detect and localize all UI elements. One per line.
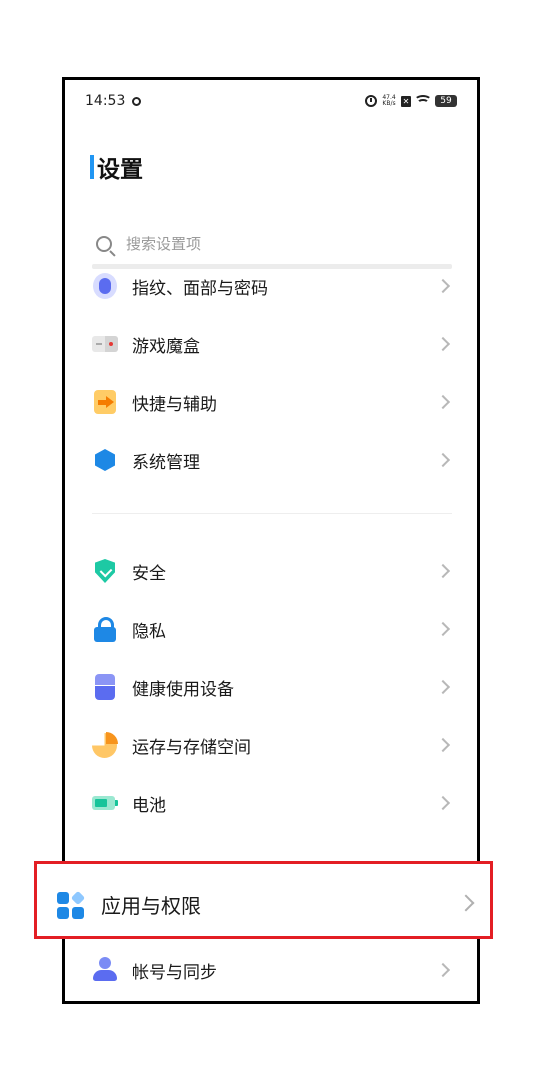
status-bar: 14:53 47.4 KB/s ✕ 59 [65, 80, 477, 124]
group-divider [92, 513, 452, 514]
setting-item-label: 健康使用设备 [132, 679, 234, 700]
setting-item-label: 快捷与辅助 [132, 394, 217, 415]
battery-level: 59 [435, 95, 457, 107]
chevron-right-icon [435, 563, 451, 579]
setting-item-shortcut-assist[interactable]: 快捷与辅助 [92, 378, 452, 426]
search-input[interactable] [126, 230, 426, 258]
setting-item-label: 电池 [132, 795, 166, 816]
network-speed: 47.4 KB/s [381, 95, 397, 107]
setting-item-label: 运存与存储空间 [132, 737, 251, 758]
setting-item-label: 隐私 [132, 621, 166, 642]
setting-item-privacy[interactable]: 隐私 [92, 605, 452, 653]
setting-item-healthy-usage[interactable]: 健康使用设备 [92, 663, 452, 711]
privacy-lock-icon [92, 616, 118, 642]
setting-item-label: 指纹、面部与密码 [132, 278, 268, 299]
title-accent-bar [90, 155, 94, 179]
chevron-right-icon [435, 394, 451, 410]
game-box-icon [92, 331, 118, 357]
chevron-right-icon [435, 737, 451, 753]
healthy-usage-icon [92, 674, 118, 700]
setting-item-label: 帐号与同步 [132, 962, 217, 983]
search-bar[interactable] [92, 228, 452, 269]
notification-dot-icon [132, 97, 141, 106]
chevron-right-icon [435, 621, 451, 637]
chevron-right-icon [435, 336, 451, 352]
chevron-right-icon [435, 278, 451, 294]
network-speed-unit: KB/s [382, 100, 396, 107]
setting-item-security[interactable]: 安全 [92, 547, 452, 595]
page-title: 设置 [97, 157, 143, 183]
setting-item-game-box[interactable]: 游戏魔盒 [92, 320, 452, 368]
storage-pie-icon [92, 732, 118, 758]
status-icons: 47.4 KB/s ✕ 59 [365, 92, 457, 110]
setting-item-label: 游戏魔盒 [132, 336, 200, 357]
setting-item-account-sync[interactable]: 帐号与同步 [92, 946, 452, 994]
setting-item-battery[interactable]: 电池 [92, 779, 452, 827]
security-shield-icon [92, 558, 118, 584]
search-icon [96, 236, 112, 252]
apps-permissions-icon [57, 890, 86, 920]
chevron-right-icon [435, 679, 451, 695]
setting-item-system-management[interactable]: 系统管理 [92, 436, 452, 484]
no-sim-icon: ✕ [401, 95, 411, 107]
setting-item-label: 应用与权限 [101, 894, 201, 918]
shortcut-icon [92, 389, 118, 415]
wifi-icon [414, 95, 432, 107]
setting-item-apps-permissions[interactable]: 应用与权限 [34, 861, 493, 939]
chevron-right-icon [435, 452, 451, 468]
chevron-right-icon [435, 795, 451, 811]
setting-item-fingerprint-face-password[interactable]: 指纹、面部与密码 [92, 262, 452, 310]
page-header: 设置 [90, 152, 143, 183]
system-management-icon [92, 447, 118, 473]
setting-item-label: 系统管理 [132, 452, 200, 473]
battery-icon [92, 790, 118, 816]
setting-item-memory-storage[interactable]: 运存与存储空间 [92, 721, 452, 769]
setting-item-label: 安全 [132, 563, 166, 584]
fingerprint-icon [92, 273, 118, 299]
alarm-icon [365, 95, 377, 107]
status-time: 14:53 [85, 93, 126, 109]
chevron-right-icon [457, 894, 475, 912]
chevron-right-icon [435, 962, 451, 978]
account-icon [92, 957, 118, 983]
